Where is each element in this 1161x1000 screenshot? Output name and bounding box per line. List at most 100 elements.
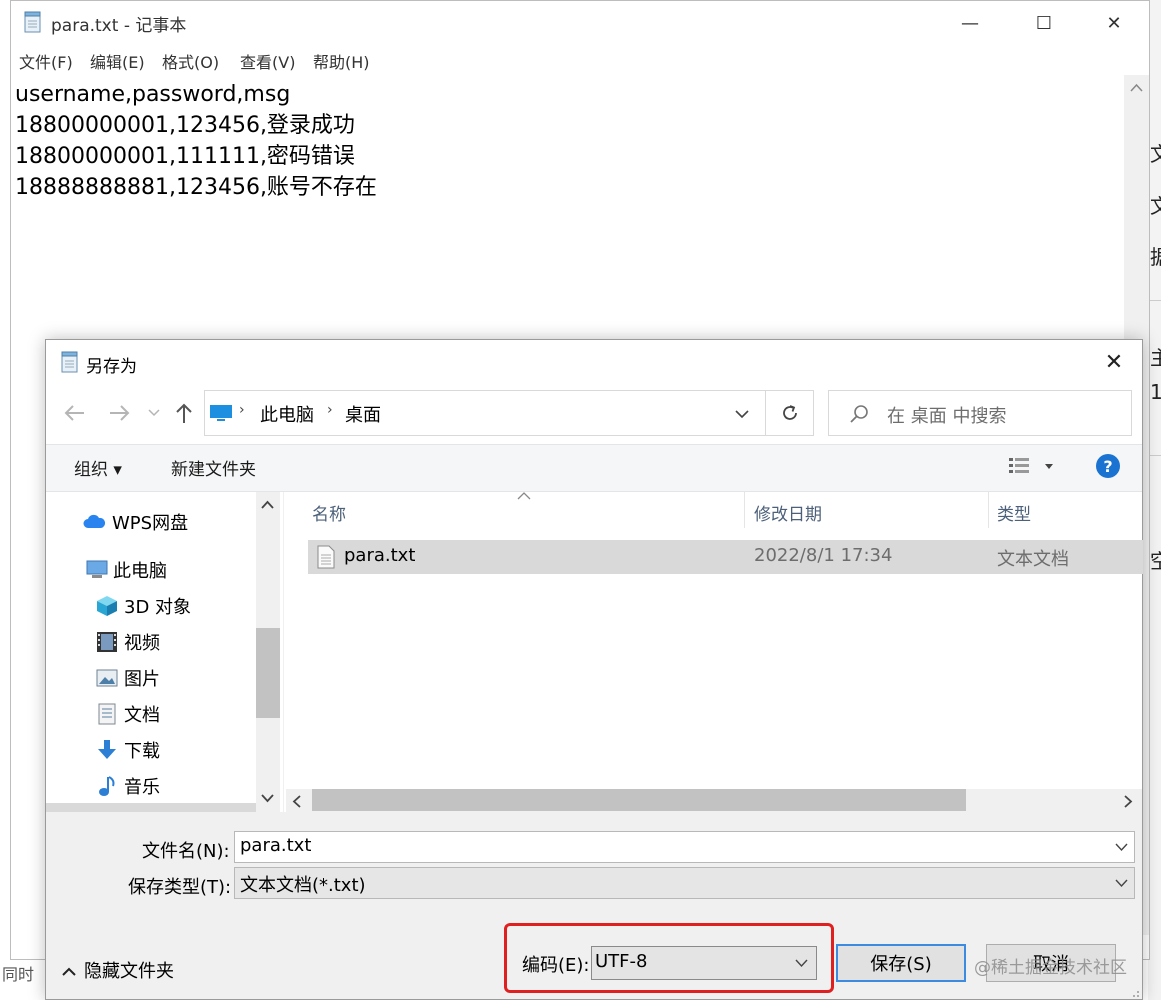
hide-folders-toggle[interactable]: 隐藏文件夹: [62, 957, 174, 983]
column-divider[interactable]: [988, 492, 989, 528]
nav-item-music[interactable]: 音乐: [96, 773, 160, 799]
chevron-down-icon[interactable]: [1115, 843, 1128, 852]
chevron-down-icon[interactable]: [1115, 879, 1128, 888]
filetype-label: 保存类型(T):: [128, 877, 232, 898]
filetype-select[interactable]: 文本文档(*.txt): [234, 867, 1135, 899]
breadcrumb-this-pc[interactable]: 此电脑: [260, 401, 314, 427]
up-arrow-icon[interactable]: [174, 402, 194, 424]
encoding-select[interactable]: UTF-8: [591, 946, 817, 980]
filename-input[interactable]: para.txt: [234, 831, 1135, 863]
navigation-pane-footer: [46, 803, 256, 812]
chevron-up-icon[interactable]: [1130, 83, 1143, 93]
nav-item-downloads[interactable]: 下载: [96, 737, 160, 763]
nav-item-videos[interactable]: 视频: [96, 629, 160, 655]
download-icon: [98, 740, 116, 759]
refresh-icon: [782, 405, 797, 420]
file-row[interactable]: para.txt 2022/8/1 17:34 文本文档: [308, 540, 1143, 574]
music-icon: [99, 776, 115, 796]
cloud-icon: [83, 514, 106, 528]
file-modified-date: 2022/8/1 17:34: [754, 545, 893, 566]
breadcrumb-desktop[interactable]: 桌面: [345, 401, 381, 427]
dialog-titlebar[interactable]: [46, 340, 1142, 384]
search-placeholder: 在 桌面 中搜索: [887, 406, 1007, 427]
text-line: 18800000001,123456,登录成功: [15, 113, 355, 138]
nav-item-pictures[interactable]: 图片: [96, 665, 160, 691]
menu-format[interactable]: 格式(O): [162, 49, 219, 73]
view-options-icon[interactable]: [1008, 457, 1030, 475]
column-header-name[interactable]: 名称: [312, 500, 346, 525]
watermark: @稀土掘金技术社区: [974, 958, 1127, 978]
background-divider: [1150, 455, 1161, 456]
view-dropdown-chevron-icon[interactable]: [1044, 463, 1054, 470]
search-input[interactable]: 在 桌面 中搜索: [828, 390, 1132, 436]
nav-item-documents[interactable]: 文档: [96, 701, 160, 727]
chevron-right-icon[interactable]: [1124, 795, 1133, 808]
minimize-button[interactable]: —: [935, 1, 1005, 45]
nav-item-label: 视频: [124, 633, 160, 654]
save-button[interactable]: 保存(S): [836, 944, 966, 982]
chevron-up-icon: [62, 967, 76, 976]
nav-item-wps-cloud[interactable]: WPS网盘: [82, 509, 188, 535]
notepad-titlebar[interactable]: para.txt - 记事本 — ☐ ✕: [11, 1, 1149, 45]
notepad-icon: [24, 11, 41, 33]
filename-label: 文件名(N):: [142, 841, 230, 862]
encoding-value: UTF-8: [595, 951, 648, 972]
nav-item-label: 图片: [124, 669, 160, 690]
close-button[interactable]: ✕: [1079, 1, 1149, 45]
resize-grip-icon[interactable]: [1128, 986, 1140, 998]
recent-locations-chevron-icon[interactable]: [148, 409, 160, 417]
text-editor[interactable]: username,password,msg 18800000001,123456,…: [15, 79, 377, 203]
address-dropdown-chevron-icon[interactable]: [735, 410, 749, 419]
chevron-up-icon[interactable]: [261, 500, 274, 509]
text-line: 18888888881,123456,账号不存在: [15, 175, 377, 200]
picture-icon: [96, 669, 118, 687]
forward-arrow-icon[interactable]: [108, 404, 130, 422]
document-icon: [98, 703, 116, 725]
dialog-title: 另存为: [86, 357, 137, 377]
column-header-modified[interactable]: 修改日期: [754, 500, 822, 525]
nav-item-this-pc[interactable]: 此电脑: [86, 557, 167, 583]
dialog-close-button[interactable]: ✕: [1086, 340, 1142, 384]
maximize-button[interactable]: ☐: [1009, 1, 1079, 45]
computer-icon: [210, 405, 232, 421]
column-divider[interactable]: [744, 492, 745, 528]
nav-item-3d-objects[interactable]: 3D 对象: [96, 593, 191, 619]
menu-view[interactable]: 查看(V): [240, 49, 295, 73]
address-bar[interactable]: › 此电脑 › 桌面: [204, 390, 766, 436]
menu-file[interactable]: 文件(F): [19, 49, 73, 73]
save-as-dialog: 另存为 ✕ › 此电脑 › 桌面 在 桌面 中搜索 组织 ▾ 新建文件夹 ? W…: [45, 339, 1143, 1000]
background-text-fragment: 据: [1150, 245, 1161, 269]
background-text-fragment: 1: [1150, 380, 1161, 404]
help-icon[interactable]: ?: [1096, 454, 1120, 478]
hide-folders-label: 隐藏文件夹: [84, 961, 174, 982]
text-line: username,password,msg: [15, 82, 291, 107]
back-arrow-icon[interactable]: [64, 404, 86, 422]
search-icon: [850, 405, 868, 423]
menu-help[interactable]: 帮助(H): [313, 49, 370, 73]
horizontal-scrollbar-thumb[interactable]: [312, 789, 966, 811]
new-folder-button[interactable]: 新建文件夹: [171, 455, 256, 480]
chevron-left-icon[interactable]: [292, 795, 301, 808]
menu-edit[interactable]: 编辑(E): [90, 49, 145, 73]
filename-value: para.txt: [240, 835, 312, 856]
sort-ascending-icon: [517, 492, 531, 500]
notepad-icon: [61, 351, 78, 373]
text-line: 18800000001,111111,密码错误: [15, 144, 355, 169]
encoding-label: 编码(E):: [522, 955, 590, 976]
background-divider: [1150, 300, 1161, 301]
navigation-scrollbar-thumb[interactable]: [256, 628, 280, 718]
file-name: para.txt: [344, 545, 416, 566]
cube-icon: [97, 596, 117, 616]
nav-item-label: 音乐: [124, 777, 160, 798]
chevron-down-icon[interactable]: [795, 959, 808, 968]
column-header-type[interactable]: 类型: [997, 500, 1031, 525]
chevron-down-icon[interactable]: [261, 794, 274, 803]
background-text-fragment: 空: [1150, 549, 1161, 573]
background-text-fragment: 文: [1150, 194, 1161, 218]
breadcrumb-separator-icon: ›: [239, 402, 245, 418]
nav-item-label: 此电脑: [113, 561, 167, 582]
organize-button[interactable]: 组织 ▾: [74, 455, 122, 480]
filetype-value: 文本文档(*.txt): [240, 875, 366, 896]
refresh-button[interactable]: [766, 390, 814, 436]
nav-item-label: 3D 对象: [124, 597, 192, 618]
